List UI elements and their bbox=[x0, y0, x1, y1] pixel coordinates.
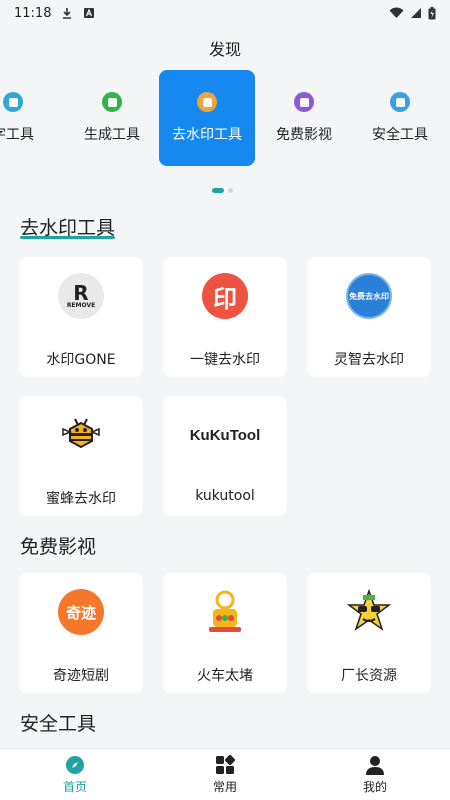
category-tab-generate[interactable]: 生成工具 bbox=[64, 70, 160, 166]
nav-item-common[interactable]: 常用 bbox=[150, 749, 300, 800]
page-title: 发现 bbox=[208, 40, 241, 59]
nav-label: 首页 bbox=[62, 780, 87, 794]
nav-item-home[interactable]: 首页 bbox=[0, 749, 150, 800]
app-name: 一键去水印 bbox=[190, 352, 260, 368]
app-name: 奇迹短剧 bbox=[53, 668, 109, 684]
indicator-dot bbox=[228, 188, 233, 193]
section-title-film: 免费影视 bbox=[20, 536, 97, 558]
nav-label: 我的 bbox=[362, 780, 387, 794]
nav-label: 常用 bbox=[212, 780, 237, 794]
compass-icon bbox=[64, 754, 86, 776]
category-tab-film[interactable]: 免费影视 bbox=[256, 70, 352, 166]
category-label: 生成工具 bbox=[84, 127, 140, 143]
app-card-kukutool[interactable]: KuKuTool kukutool bbox=[163, 396, 287, 516]
grid-icon bbox=[214, 754, 236, 776]
qiji-logo-icon: 奇迹 bbox=[58, 589, 104, 635]
carousel-indicator bbox=[212, 188, 233, 193]
user-icon bbox=[364, 754, 386, 776]
film-icon bbox=[294, 92, 314, 112]
signal-icon bbox=[411, 8, 421, 18]
tool-icon bbox=[3, 92, 23, 112]
category-label: 安全工具 bbox=[372, 127, 428, 143]
nav-item-mine[interactable]: 我的 bbox=[300, 749, 450, 800]
app-card-one-click[interactable]: 印 一键去水印 bbox=[163, 257, 287, 377]
category-tab-text-tool[interactable]: 字工具 bbox=[0, 70, 61, 166]
app-card-watermark-gone[interactable]: R REMOVE 水印GONE bbox=[19, 257, 143, 377]
bottom-nav: 首页 常用 我的 bbox=[0, 748, 450, 800]
bee-logo-icon bbox=[58, 412, 104, 458]
category-carousel[interactable]: 字工具 生成工具 去水印工具 免费影视 安全工具 bbox=[0, 70, 450, 166]
train-logo-icon bbox=[202, 589, 248, 635]
category-label: 去水印工具 bbox=[172, 127, 242, 143]
app-card-changzhang[interactable]: 厂长资源 bbox=[307, 573, 431, 693]
generate-icon bbox=[102, 92, 122, 112]
remove-logo-icon: R REMOVE bbox=[58, 273, 104, 319]
shield-icon bbox=[390, 92, 410, 112]
battery-icon bbox=[428, 6, 436, 19]
category-tab-watermark[interactable]: 去水印工具 bbox=[159, 70, 255, 166]
app-name: 水印GONE bbox=[46, 352, 116, 368]
app-name: 灵智去水印 bbox=[334, 352, 404, 368]
app-name: 火车太堵 bbox=[197, 668, 253, 684]
section-underline bbox=[20, 236, 115, 239]
yin-logo-icon: 印 bbox=[202, 273, 248, 319]
app-card-qiji[interactable]: 奇迹 奇迹短剧 bbox=[19, 573, 143, 693]
notification-a-icon bbox=[84, 8, 95, 18]
status-time: 11:18 bbox=[14, 5, 52, 21]
indicator-dot-active bbox=[212, 188, 224, 193]
category-tab-security[interactable]: 安全工具 bbox=[352, 70, 448, 166]
changzhang-logo-icon bbox=[346, 589, 392, 635]
app-card-lingzhi[interactable]: 免费去水印 灵智去水印 bbox=[307, 257, 431, 377]
category-label: 免费影视 bbox=[276, 127, 332, 143]
eraser-icon bbox=[197, 92, 217, 112]
app-card-bee[interactable]: 蜜蜂去水印 bbox=[19, 396, 143, 516]
logo-letter: R bbox=[73, 280, 89, 305]
app-name: kukutool bbox=[195, 488, 255, 504]
free-watermark-logo-icon: 免费去水印 bbox=[346, 273, 392, 319]
section-title-security: 安全工具 bbox=[20, 713, 97, 735]
download-icon bbox=[63, 8, 72, 19]
wifi-icon bbox=[389, 7, 404, 18]
logo-subtext: REMOVE bbox=[66, 301, 96, 309]
app-name: 厂长资源 bbox=[341, 668, 397, 684]
app-card-train[interactable]: 火车太堵 bbox=[163, 573, 287, 693]
category-label: 字工具 bbox=[0, 127, 34, 143]
kukutool-logo-icon: KuKuTool bbox=[170, 412, 280, 458]
status-bar: 11:18 bbox=[0, 0, 450, 26]
app-name: 蜜蜂去水印 bbox=[46, 491, 116, 507]
